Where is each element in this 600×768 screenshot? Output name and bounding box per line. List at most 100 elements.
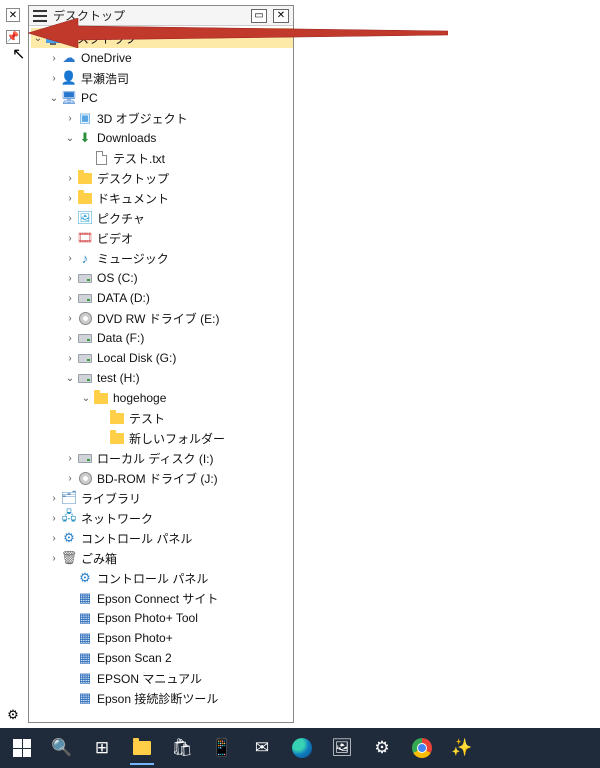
pc-icon: 🖥	[61, 90, 77, 106]
chevron-right-icon[interactable]: ›	[63, 353, 77, 364]
taskbar-settings[interactable]: ⚙	[364, 730, 400, 766]
chevron-down-icon[interactable]: ⌄	[47, 93, 61, 104]
restore-button[interactable]: ▭	[251, 9, 267, 23]
tree-item-label: デスクトップ	[65, 30, 137, 47]
chevron-right-icon[interactable]: ›	[63, 213, 77, 224]
chevron-right-icon[interactable]: ›	[47, 493, 61, 504]
tree-item[interactable]: ▦Epson Photo+	[31, 628, 293, 648]
chevron-right-icon[interactable]: ›	[63, 253, 77, 264]
gear-icon[interactable]: ⚙	[6, 708, 20, 722]
tree-item[interactable]: ▦ Epson Scan 2	[31, 648, 293, 668]
tree-item[interactable]: ›ローカル ディスク (I:)	[31, 448, 293, 468]
tree-item[interactable]: ›Data (F:)	[31, 328, 293, 348]
tree-item-label: Epson Connect サイト	[97, 590, 218, 607]
chevron-down-icon[interactable]: ⌄	[79, 393, 93, 404]
tree-item[interactable]: ›🗑ごみ箱	[31, 548, 293, 568]
chevron-right-icon[interactable]: ›	[47, 553, 61, 564]
tree-item[interactable]: ›♪ミュージック	[31, 248, 293, 268]
tree-item[interactable]: ⌄ デスクトップ	[31, 28, 293, 48]
file-tree[interactable]: ⌄デスクトップ›☁OneDrive›👤早瀬浩司⌄🖥PC›▣3D オブジェクト⌄⬇…	[29, 26, 293, 722]
tree-item[interactable]: ⌄ test (H:)	[31, 368, 293, 388]
tree-item-label: ごみ箱	[81, 550, 117, 567]
pin-icon[interactable]: 📌	[6, 30, 20, 44]
chevron-right-icon[interactable]: ›	[63, 233, 77, 244]
chevron-right-icon[interactable]: ›	[63, 313, 77, 324]
tree-item[interactable]: ⌄🖥PC	[31, 88, 293, 108]
tree-item[interactable]: ›☁ OneDrive	[31, 48, 293, 68]
epson-icon: ▦	[77, 650, 93, 666]
chevron-right-icon[interactable]: ›	[47, 53, 61, 64]
taskbar-chrome[interactable]	[404, 730, 440, 766]
3d-icon: ▣	[77, 110, 93, 126]
taskbar-edge[interactable]	[284, 730, 320, 766]
taskbar-photos[interactable]: 🖼	[324, 730, 360, 766]
close-icon[interactable]: ✕	[6, 8, 20, 22]
tree-item[interactable]: ›デスクトップ	[31, 168, 293, 188]
drive-icon	[77, 290, 93, 306]
tree-item-label: OneDrive	[81, 51, 132, 65]
tree-item[interactable]: ›👤早瀬浩司	[31, 68, 293, 88]
tree-item[interactable]: › BD-ROM ドライブ (J:)	[31, 468, 293, 488]
tree-item-label: テスト.txt	[113, 150, 165, 167]
tree-item[interactable]: ▦Epson 接続診断ツール	[31, 688, 293, 708]
tree-item[interactable]: ⚙コントロール パネル	[31, 568, 293, 588]
tree-item[interactable]: 新しいフォルダー	[31, 428, 293, 448]
tree-item[interactable]: ›🎞ビデオ	[31, 228, 293, 248]
drive-icon	[77, 370, 93, 386]
tree-item[interactable]: ›▣3D オブジェクト	[31, 108, 293, 128]
chevron-right-icon[interactable]: ›	[47, 533, 61, 544]
taskbar-store[interactable]: 🛍	[164, 730, 200, 766]
chevron-down-icon[interactable]: ⌄	[31, 33, 45, 44]
chevron-right-icon[interactable]: ›	[63, 473, 77, 484]
taskbar-search[interactable]: 🔍	[44, 730, 80, 766]
tree-item-label: BD-ROM ドライブ (J:)	[97, 470, 218, 487]
taskbar-start[interactable]	[4, 730, 40, 766]
taskbar-explorer[interactable]	[124, 730, 160, 766]
tree-item[interactable]: › DVD RW ドライブ (E:)	[31, 308, 293, 328]
chevron-right-icon[interactable]: ›	[63, 293, 77, 304]
tree-item[interactable]: › ドキュメント	[31, 188, 293, 208]
drive-icon	[77, 330, 93, 346]
taskbar-phone[interactable]: 📱	[204, 730, 240, 766]
tree-item[interactable]: ›🖼ピクチャ	[31, 208, 293, 228]
taskbar-app[interactable]: ✨	[444, 730, 480, 766]
cursor-icon: ↖	[12, 44, 25, 64]
cloud-icon: ☁	[61, 50, 77, 66]
chevron-down-icon[interactable]: ⌄	[63, 133, 77, 144]
tree-item[interactable]: ›🗂ライブラリ	[31, 488, 293, 508]
tree-item[interactable]: ▦Epson Photo+ Tool	[31, 608, 293, 628]
tree-item-label: Epson Photo+	[97, 631, 173, 645]
chevron-right-icon[interactable]: ›	[63, 173, 77, 184]
tree-item[interactable]: ▦Epson Connect サイト	[31, 588, 293, 608]
tree-item[interactable]: ›DATA (D:)	[31, 288, 293, 308]
menu-icon[interactable]	[33, 10, 47, 22]
chevron-down-icon[interactable]: ⌄	[63, 373, 77, 384]
tree-item[interactable]: ›⚙コントロール パネル	[31, 528, 293, 548]
tree-item-label: DVD RW ドライブ (E:)	[97, 310, 219, 327]
chevron-right-icon[interactable]: ›	[63, 273, 77, 284]
taskbar-mail[interactable]: ✉	[244, 730, 280, 766]
chevron-right-icon[interactable]: ›	[63, 113, 77, 124]
chevron-right-icon[interactable]: ›	[63, 193, 77, 204]
tree-item[interactable]: テスト	[31, 408, 293, 428]
tree-item[interactable]: ›OS (C:)	[31, 268, 293, 288]
epson-icon: ▦	[77, 590, 93, 606]
tree-item-label: テスト	[129, 410, 165, 427]
chevron-right-icon[interactable]: ›	[47, 513, 61, 524]
tree-item[interactable]: ▦EPSON マニュアル	[31, 668, 293, 688]
close-button[interactable]: ✕	[273, 9, 289, 23]
tree-item[interactable]: ›Local Disk (G:)	[31, 348, 293, 368]
chevron-right-icon[interactable]: ›	[47, 73, 61, 84]
chevron-right-icon[interactable]: ›	[63, 453, 77, 464]
tree-item-label: ドキュメント	[97, 190, 169, 207]
tree-item[interactable]: テスト.txt	[31, 148, 293, 168]
tree-item-label: Epson Scan 2	[97, 651, 172, 665]
tree-item[interactable]: ⌄⬇Downloads	[31, 128, 293, 148]
tree-item-label: コントロール パネル	[81, 530, 192, 547]
tree-item[interactable]: ›🖧ネットワーク	[31, 508, 293, 528]
taskbar-taskview[interactable]: ⊞	[84, 730, 120, 766]
chevron-right-icon[interactable]: ›	[63, 333, 77, 344]
tree-item-label: test (H:)	[97, 371, 140, 385]
tree-item[interactable]: ⌄hogehoge	[31, 388, 293, 408]
ctrl-icon: ⚙	[77, 570, 93, 586]
